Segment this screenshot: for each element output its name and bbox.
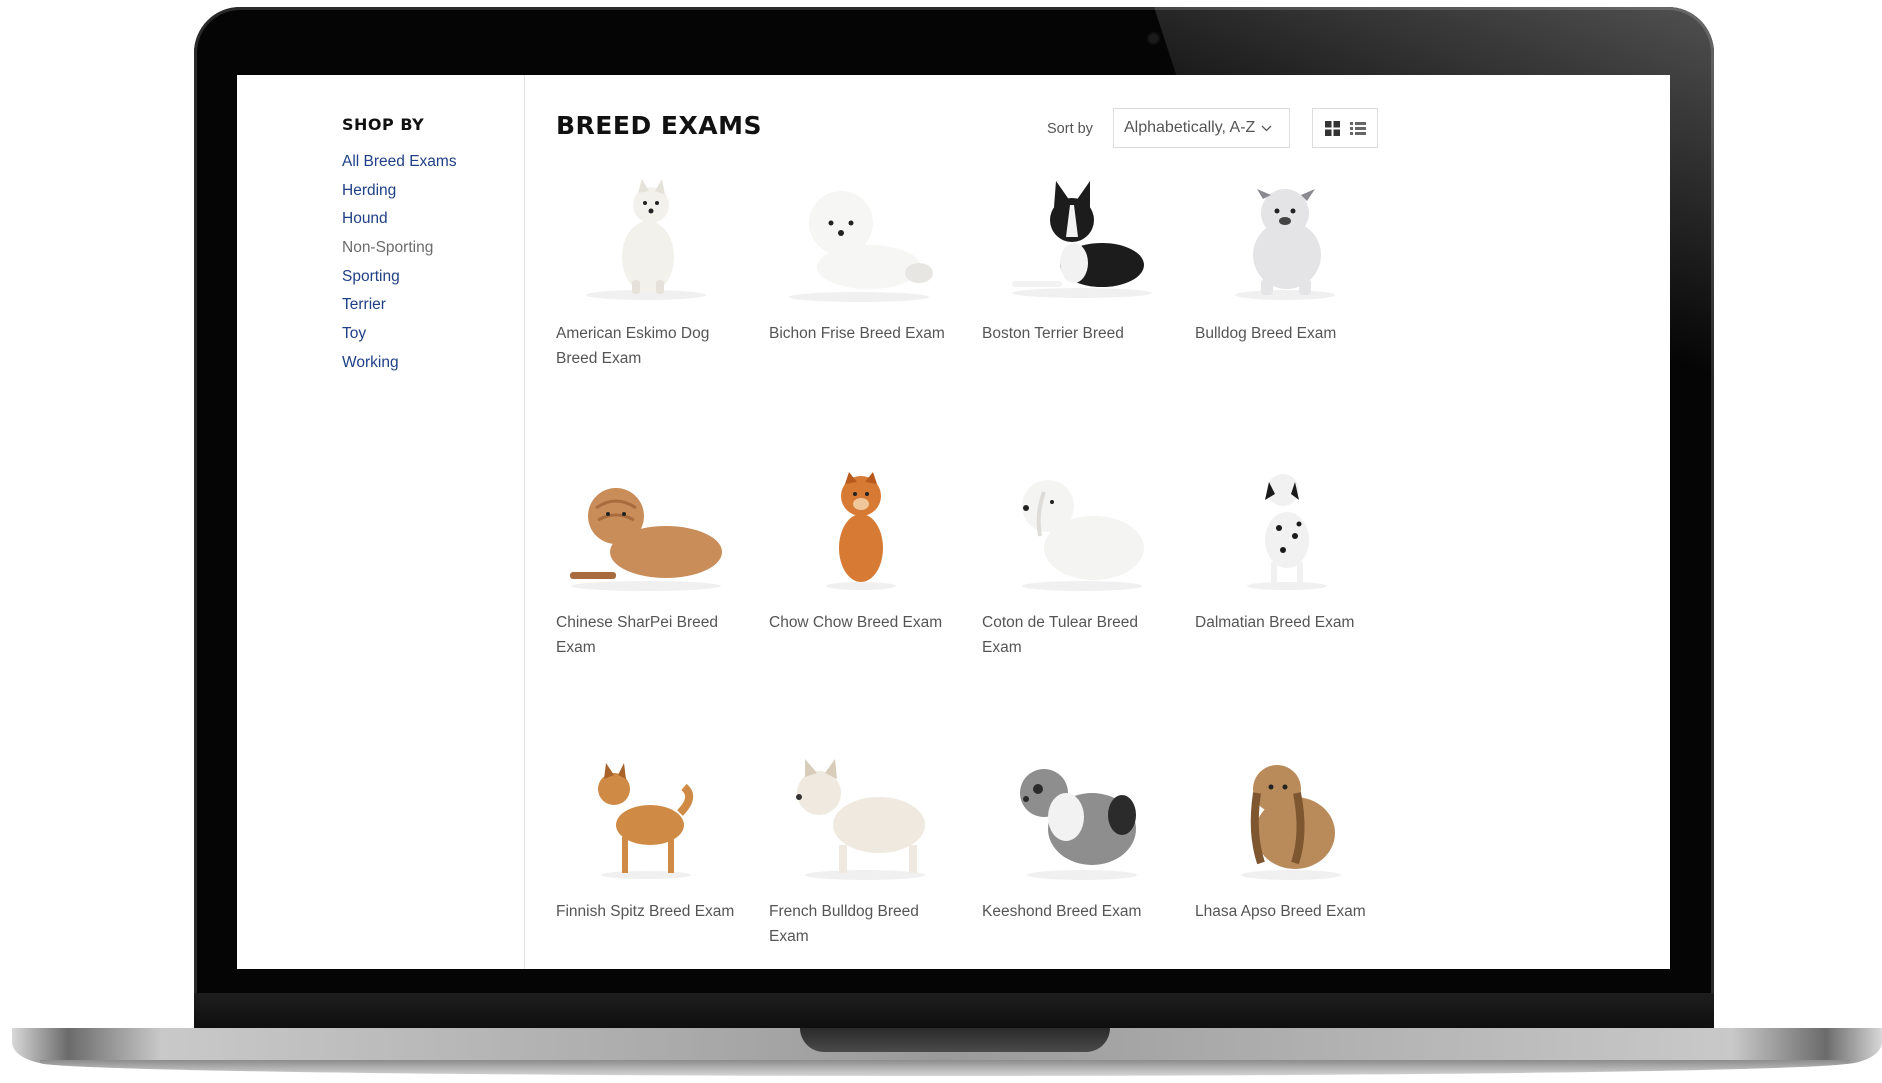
product-title[interactable]: Chinese SharPei Breed Exam — [556, 610, 746, 660]
product-title[interactable]: Lhasa Apso Breed Exam — [1195, 899, 1385, 924]
coton-de-tulear-photo — [1022, 480, 1144, 591]
american-eskimo-dog-photo — [586, 179, 706, 300]
boston-terrier-photo — [1012, 181, 1152, 298]
product-card[interactable]: Bulldog Breed Exam — [1195, 175, 1408, 464]
bulldog-photo — [1235, 189, 1335, 300]
product-card[interactable]: Keeshond Breed Exam — [982, 753, 1195, 969]
chevron-down-icon — [1261, 125, 1272, 132]
sidebar-item-sporting[interactable]: Sporting — [342, 263, 457, 292]
product-image[interactable] — [556, 464, 736, 594]
collection-main: BREED EXAMS Sort by Alphabetically, A-Z … — [524, 75, 1670, 969]
sidebar-item-terrier[interactable]: Terrier — [342, 291, 457, 320]
sort-select[interactable]: Alphabetically, A-Z — [1113, 108, 1290, 148]
product-image[interactable] — [982, 464, 1162, 594]
laptop-chin — [194, 993, 1714, 1033]
finnish-spitz-photo — [598, 763, 694, 879]
product-title[interactable]: Dalmatian Breed Exam — [1195, 610, 1385, 635]
product-image[interactable] — [556, 753, 736, 883]
sidebar-item-label[interactable]: Working — [342, 354, 399, 371]
product-image[interactable] — [1195, 175, 1375, 305]
sidebar-item-label[interactable]: Terrier — [342, 296, 386, 313]
sidebar-item-label[interactable]: Herding — [342, 182, 396, 199]
product-title[interactable]: French Bulldog Breed Exam — [769, 899, 959, 949]
product-card[interactable]: Finnish Spitz Breed Exam — [556, 753, 769, 969]
product-image[interactable] — [769, 464, 949, 594]
sidebar-item-all-breed-exams[interactable]: All Breed Exams — [342, 148, 457, 177]
laptop-base-bottom — [40, 1060, 1850, 1076]
product-card[interactable]: Bichon Frise Breed Exam — [769, 175, 982, 464]
sidebar-item-label[interactable]: Sporting — [342, 268, 400, 285]
product-title[interactable]: Finnish Spitz Breed Exam — [556, 899, 746, 924]
sidebar-item-non-sporting[interactable]: Non-Sporting — [342, 234, 457, 263]
product-title[interactable]: Keeshond Breed Exam — [982, 899, 1172, 924]
grid-view-icon[interactable] — [1324, 120, 1340, 136]
product-card[interactable]: Chinese SharPei Breed Exam — [556, 464, 769, 753]
product-title[interactable]: Coton de Tulear Breed Exam — [982, 610, 1172, 660]
lhasa-apso-photo — [1241, 765, 1341, 880]
french-bulldog-photo — [796, 759, 925, 880]
product-title[interactable]: American Eskimo Dog Breed Exam — [556, 321, 746, 371]
camera-icon — [1149, 34, 1158, 43]
product-card[interactable]: Lhasa Apso Breed Exam — [1195, 753, 1408, 969]
sidebar-item-working[interactable]: Working — [342, 349, 457, 378]
sidebar-item-label[interactable]: Non-Sporting — [342, 239, 433, 256]
product-card[interactable]: Dalmatian Breed Exam — [1195, 464, 1408, 753]
screen: SHOP BY All Breed Exams Herding Hound No… — [237, 75, 1670, 969]
keeshond-photo — [1020, 769, 1137, 880]
sidebar: SHOP BY All Breed Exams Herding Hound No… — [237, 75, 525, 969]
product-title[interactable]: Chow Chow Breed Exam — [769, 610, 959, 635]
product-image[interactable] — [982, 175, 1162, 305]
bichon-frise-photo — [789, 191, 933, 302]
page-title: BREED EXAMS — [556, 111, 763, 140]
product-card[interactable]: Coton de Tulear Breed Exam — [982, 464, 1195, 753]
sidebar-nav: All Breed Exams Herding Hound Non-Sporti… — [342, 148, 457, 378]
dalmatian-photo — [1247, 474, 1327, 590]
sort-select-value: Alphabetically, A-Z — [1124, 119, 1256, 136]
sort-label: Sort by — [1047, 121, 1093, 137]
sidebar-item-toy[interactable]: Toy — [342, 320, 457, 349]
product-card[interactable]: Chow Chow Breed Exam — [769, 464, 982, 753]
chow-chow-photo — [826, 472, 896, 590]
product-card[interactable]: Boston Terrier Breed — [982, 175, 1195, 464]
sidebar-item-label[interactable]: Hound — [342, 210, 388, 227]
sidebar-item-label[interactable]: All Breed Exams — [342, 153, 457, 170]
sidebar-item-label[interactable]: Toy — [342, 325, 366, 342]
sidebar-item-hound[interactable]: Hound — [342, 205, 457, 234]
product-image[interactable] — [556, 175, 736, 305]
product-title[interactable]: Bichon Frise Breed Exam — [769, 321, 959, 346]
list-view-icon[interactable] — [1349, 121, 1366, 136]
product-image[interactable] — [982, 753, 1162, 883]
product-image[interactable] — [769, 175, 949, 305]
product-card[interactable]: French Bulldog Breed Exam — [769, 753, 982, 969]
view-toggle — [1312, 108, 1378, 148]
product-title[interactable]: Bulldog Breed Exam — [1195, 321, 1385, 346]
product-card[interactable]: American Eskimo Dog Breed Exam — [556, 175, 769, 464]
product-image[interactable] — [769, 753, 949, 883]
product-image[interactable] — [1195, 753, 1375, 883]
sidebar-title: SHOP BY — [342, 115, 425, 134]
product-grid: American Eskimo Dog Breed Exam Bichon Fr… — [556, 175, 1416, 969]
product-image[interactable] — [1195, 464, 1375, 594]
laptop-notch — [800, 1028, 1110, 1052]
product-title[interactable]: Boston Terrier Breed — [982, 321, 1172, 346]
chinese-sharpei-photo — [570, 488, 722, 591]
sidebar-item-herding[interactable]: Herding — [342, 177, 457, 206]
